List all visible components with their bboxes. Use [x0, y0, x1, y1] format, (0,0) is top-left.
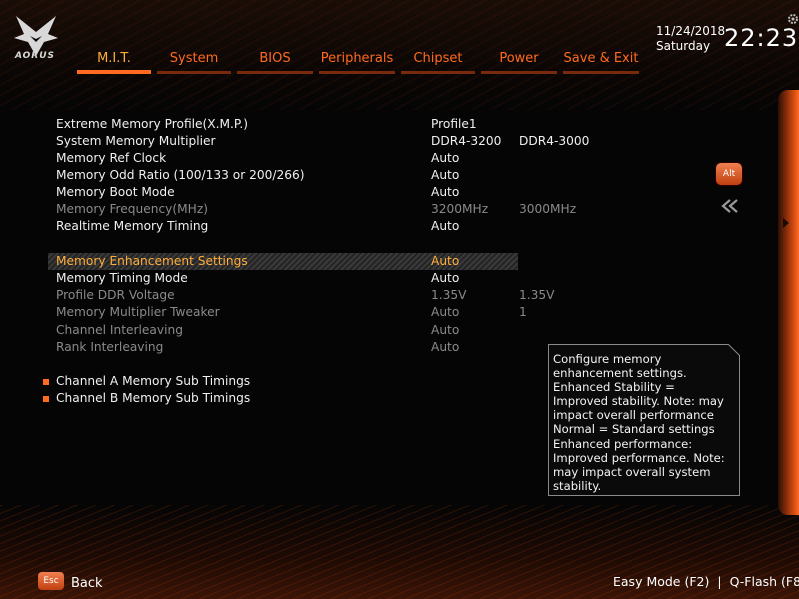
setting-label: Memory Boot Mode: [56, 185, 175, 199]
setting-value: Auto: [431, 219, 460, 233]
submenu-label: Channel B Memory Sub Timings: [56, 391, 251, 405]
setting-label: Memory Ref Clock: [56, 151, 167, 165]
brand-logo-text: AORUS: [14, 51, 56, 61]
setting-label: Profile DDR Voltage: [56, 288, 175, 302]
setting-value: Auto: [431, 340, 460, 354]
setting-label: System Memory Multiplier: [56, 134, 216, 148]
date-text: 11/24/2018: [656, 24, 726, 38]
tab-chipset[interactable]: Chipset: [399, 48, 477, 74]
submenu-bullet-icon: [43, 379, 49, 385]
setting-row-ref-clock[interactable]: Memory Ref Clock Auto: [48, 150, 518, 167]
help-text: Configure memory enhancement settings. E…: [553, 352, 725, 493]
tab-system[interactable]: System: [155, 48, 233, 74]
setting-label: Memory Frequency(MHz): [56, 202, 208, 216]
setting-row-channel-interleaving: Channel Interleaving Auto: [48, 322, 518, 339]
setting-label: Realtime Memory Timing: [56, 219, 209, 233]
tab-peripherals[interactable]: Peripherals: [317, 48, 397, 74]
submenu-channel-b-timings[interactable]: Channel B Memory Sub Timings: [43, 390, 518, 407]
setting-row-xmp[interactable]: Extreme Memory Profile(X.M.P.) Profile1: [48, 116, 518, 133]
side-panel-handle[interactable]: [778, 90, 799, 515]
setting-label: Channel Interleaving: [56, 323, 183, 337]
esc-key-button[interactable]: Esc: [38, 572, 64, 590]
clock-time: 22:23: [724, 24, 799, 52]
setting-value: DDR4-3200: [431, 134, 502, 148]
tab-mit[interactable]: M.I.T.: [75, 48, 153, 74]
tab-bios[interactable]: BIOS: [235, 48, 315, 74]
setting-row-odd-ratio[interactable]: Memory Odd Ratio (100/133 or 200/266) Au…: [48, 167, 518, 184]
setting-row-enhancement-settings[interactable]: Memory Enhancement Settings Auto: [48, 253, 518, 270]
alt-key-button[interactable]: Alt: [716, 163, 742, 185]
setting-row-realtime-timing[interactable]: Realtime Memory Timing Auto: [48, 218, 518, 235]
setting-label: Extreme Memory Profile(X.M.P.): [56, 117, 248, 131]
double-chevron-left-icon[interactable]: [720, 198, 740, 214]
easy-mode-link[interactable]: Easy Mode (F2): [613, 574, 709, 589]
setting-row-timing-mode[interactable]: Memory Timing Mode Auto: [48, 270, 518, 287]
setting-current-value: 1: [519, 305, 527, 319]
setting-row-ddr-voltage: Profile DDR Voltage 1.35V 1.35V: [48, 287, 554, 304]
date-display: 11/24/2018 Saturday: [656, 24, 725, 54]
setting-value: Auto: [431, 185, 460, 199]
help-description-panel: Configure memory enhancement settings. E…: [548, 344, 740, 496]
tab-save-exit[interactable]: Save & Exit: [561, 48, 641, 74]
setting-label: Memory Enhancement Settings: [56, 254, 248, 268]
chevron-right-icon: [783, 218, 789, 228]
setting-row-boot-mode[interactable]: Memory Boot Mode Auto: [48, 184, 518, 201]
setting-label: Memory Odd Ratio (100/133 or 200/266): [56, 168, 305, 182]
footer-separator: |: [717, 574, 722, 589]
qflash-link[interactable]: Q-Flash (F8): [730, 574, 799, 589]
setting-current-value: 3000MHz: [519, 202, 577, 216]
setting-value: Auto: [431, 151, 460, 165]
submenu-bullet-icon: [43, 396, 49, 402]
tab-power[interactable]: Power: [479, 48, 559, 74]
setting-current-value: 1.35V: [519, 288, 555, 302]
setting-label: Memory Timing Mode: [56, 271, 188, 285]
setting-row-rank-interleaving: Rank Interleaving Auto: [48, 339, 518, 356]
setting-row-multiplier-tweaker: Memory Multiplier Tweaker Auto 1: [48, 304, 527, 321]
setting-row-memory-multiplier[interactable]: System Memory Multiplier DDR4-3200 DDR4-…: [48, 133, 589, 150]
setting-value: Auto: [431, 254, 460, 268]
setting-value: Auto: [431, 323, 460, 337]
setting-value: Auto: [431, 168, 460, 182]
setting-label: Rank Interleaving: [56, 340, 164, 354]
setting-value: 1.35V: [431, 288, 467, 302]
setting-value: Auto: [431, 305, 460, 319]
day-text: Saturday: [656, 39, 711, 53]
setting-current-value: DDR4-3000: [519, 134, 590, 148]
setting-label: Memory Multiplier Tweaker: [56, 305, 220, 319]
setting-value: Auto: [431, 271, 460, 285]
gear-icon[interactable]: [787, 13, 799, 25]
setting-value: 3200MHz: [431, 202, 489, 216]
submenu-label: Channel A Memory Sub Timings: [56, 374, 251, 388]
folded-corner-icon: [728, 344, 740, 356]
footer-shortcuts: Easy Mode (F2) | Q-Flash (F8): [609, 574, 799, 589]
submenu-channel-a-timings[interactable]: Channel A Memory Sub Timings: [43, 373, 518, 390]
setting-row-frequency: Memory Frequency(MHz) 3200MHz 3000MHz: [48, 201, 576, 218]
setting-value: Profile1: [431, 117, 477, 131]
back-label[interactable]: Back: [71, 576, 103, 591]
